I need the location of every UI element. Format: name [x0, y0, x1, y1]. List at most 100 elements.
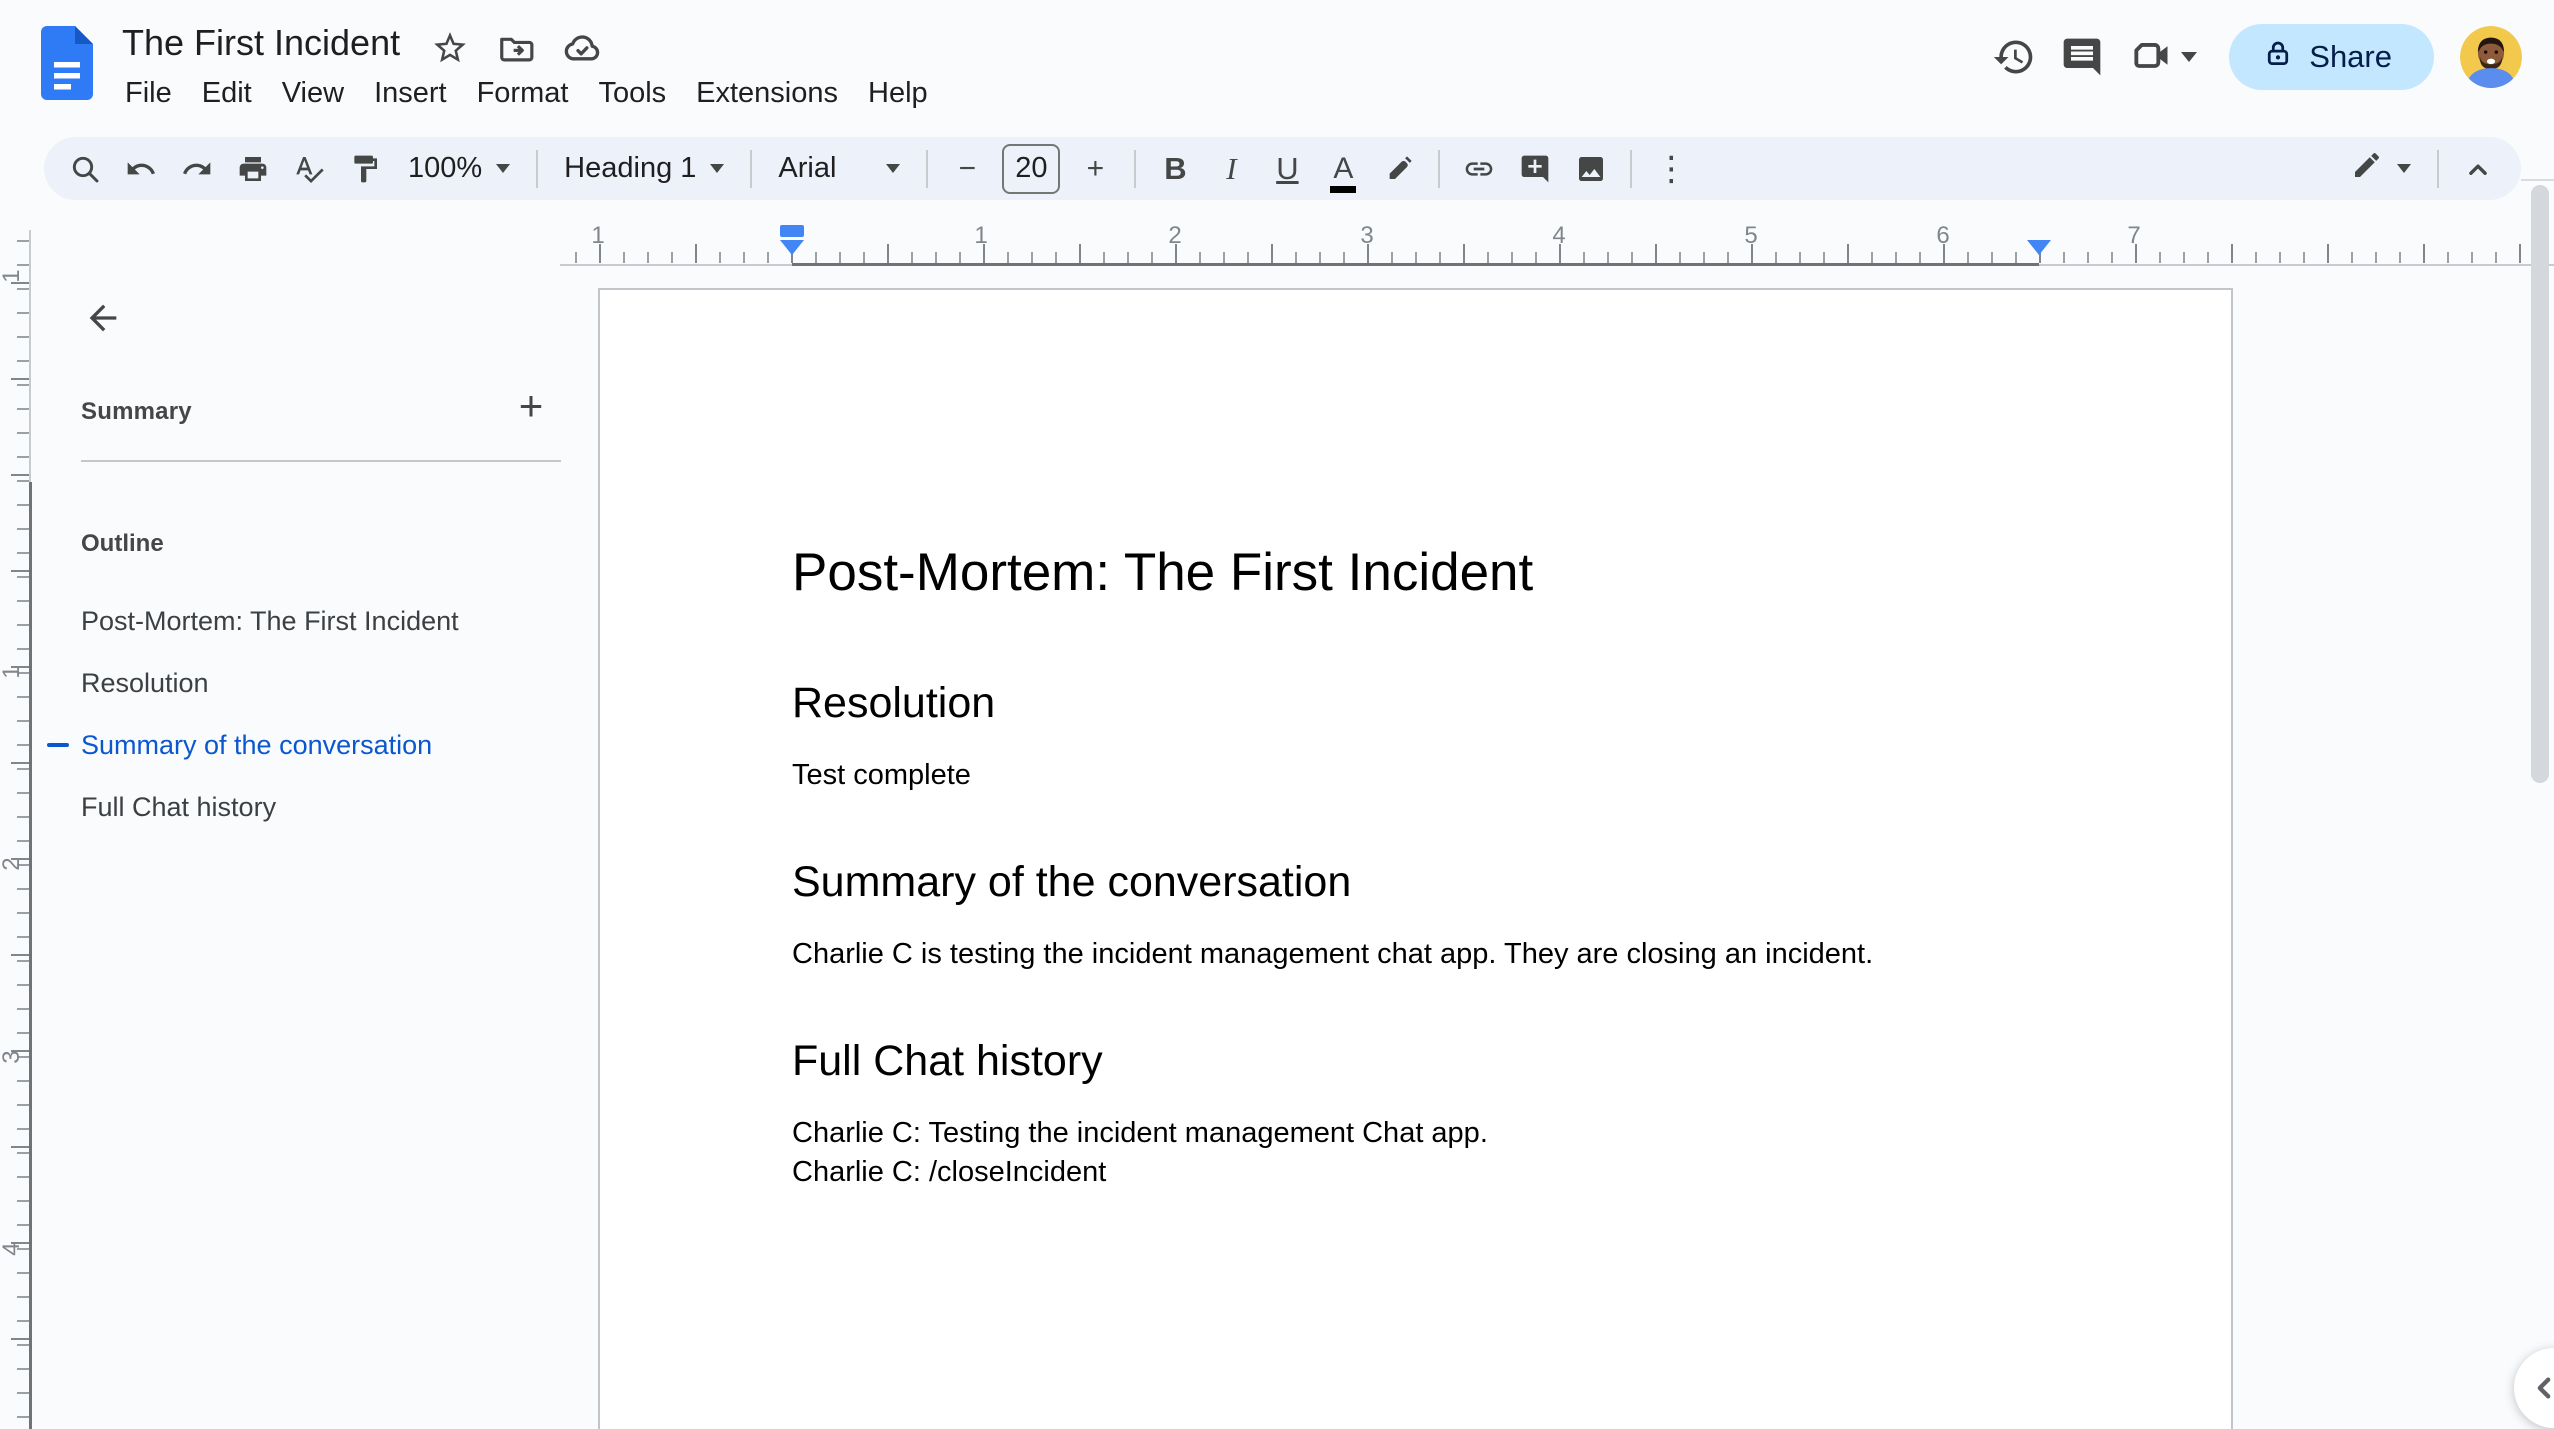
doc-section: Full Chat history Charlie C: Testing the… — [792, 1036, 2041, 1192]
document-content: Post-Mortem: The First Incident Resoluti… — [600, 542, 2231, 1192]
outline-item[interactable]: Resolution — [45, 652, 575, 714]
doc-section: Summary of the conversation Charlie C is… — [792, 857, 2041, 974]
ruler-number: 2 — [1168, 222, 1182, 249]
sidebar-divider — [81, 460, 561, 462]
star-icon[interactable] — [428, 26, 472, 70]
zoom-select[interactable]: 100% — [394, 142, 524, 196]
add-comment-icon[interactable] — [1508, 142, 1562, 196]
toolbar-divider — [1630, 149, 1633, 188]
highlight-color-icon[interactable] — [1372, 142, 1426, 196]
doc-section: Resolution Test complete — [792, 678, 2041, 795]
vertical-scrollbar-thumb[interactable] — [2531, 185, 2549, 783]
print-icon[interactable] — [226, 142, 280, 196]
font-size-input[interactable]: 20 — [1002, 143, 1061, 194]
add-summary-button[interactable]: + — [503, 378, 559, 434]
horizontal-ruler[interactable]: 1 1 2 3 4 5 6 7 — [560, 222, 2554, 266]
ruler-number: 6 — [1936, 222, 1950, 249]
menu-view[interactable]: View — [267, 74, 359, 112]
ruler-number: 1 — [0, 665, 25, 679]
toolbar-divider — [2437, 149, 2439, 188]
insert-image-icon[interactable] — [1564, 142, 1618, 196]
toolbar-divider — [750, 149, 753, 188]
italic-button[interactable]: I — [1204, 142, 1258, 196]
zoom-value: 100% — [408, 152, 483, 184]
ruler-baseline — [29, 230, 31, 482]
toolbar: 100% Heading 1 Arial − 20 + B I U A ⋮ — [44, 137, 2521, 200]
menu-insert[interactable]: Insert — [359, 74, 462, 112]
font-family-select[interactable]: Arial — [764, 142, 914, 196]
document-page[interactable]: Post-Mortem: The First Incident Resoluti… — [598, 288, 2233, 1429]
back-arrow-icon[interactable] — [75, 290, 131, 346]
chevron-down-icon — [2397, 164, 2411, 173]
outline-heading: Outline — [81, 530, 164, 557]
ruler-baseline-active — [792, 263, 2039, 266]
insert-link-icon[interactable] — [1452, 142, 1506, 196]
menu-edit[interactable]: Edit — [187, 74, 267, 112]
ruler-number: 4 — [1552, 222, 1566, 249]
more-options-button[interactable]: ⋮ — [1644, 142, 1698, 196]
video-camera-icon — [2129, 33, 2173, 82]
search-menus-icon[interactable] — [58, 142, 112, 196]
version-history-icon[interactable] — [1985, 28, 2043, 86]
ruler-number: 1 — [591, 222, 605, 249]
doc-heading-2[interactable]: Summary of the conversation — [792, 857, 2041, 907]
pencil-icon — [2351, 149, 2383, 189]
first-line-indent-marker[interactable] — [780, 225, 804, 237]
bold-button[interactable]: B — [1148, 142, 1202, 196]
menu-extensions[interactable]: Extensions — [681, 74, 853, 112]
join-call-button[interactable] — [2121, 33, 2205, 82]
hide-menus-icon[interactable] — [2451, 142, 2505, 196]
style-value: Heading 1 — [564, 152, 697, 184]
cloud-saved-icon[interactable] — [560, 26, 604, 70]
ruler-number: 4 — [0, 1242, 25, 1256]
paint-format-icon[interactable] — [338, 142, 392, 196]
ruler-baseline — [560, 264, 792, 266]
doc-heading-2[interactable]: Resolution — [792, 678, 2041, 728]
left-indent-marker[interactable] — [780, 240, 804, 255]
google-docs-window: The First Incident File Edit View Insert… — [0, 0, 2554, 1429]
toolbar-divider — [926, 149, 929, 188]
outline-item[interactable]: Full Chat history — [45, 776, 575, 838]
document-title[interactable]: The First Incident — [122, 22, 400, 64]
header-divider — [2521, 179, 2554, 181]
move-folder-icon[interactable] — [494, 26, 538, 70]
right-indent-marker[interactable] — [2027, 240, 2051, 255]
share-label: Share — [2309, 39, 2392, 74]
menu-file[interactable]: File — [110, 74, 187, 112]
account-avatar[interactable] — [2460, 26, 2522, 88]
menu-tools[interactable]: Tools — [583, 74, 681, 112]
editing-mode-select[interactable] — [2337, 142, 2425, 196]
share-button[interactable]: Share — [2229, 24, 2434, 90]
vertical-ruler[interactable]: 1 1 2 3 4 — [0, 224, 46, 1429]
text-color-button[interactable]: A — [1316, 142, 1370, 196]
doc-heading-1[interactable]: Post-Mortem: The First Incident — [792, 542, 2041, 604]
increase-font-size-button[interactable]: + — [1068, 142, 1122, 196]
ruler-number: 3 — [0, 1050, 25, 1064]
expand-side-panel-button[interactable] — [2514, 1348, 2554, 1428]
doc-heading-2[interactable]: Full Chat history — [792, 1036, 2041, 1086]
paragraph-style-select[interactable]: Heading 1 — [550, 142, 738, 196]
docs-logo-icon[interactable] — [41, 26, 93, 100]
underline-button[interactable]: U — [1260, 142, 1314, 196]
menu-format[interactable]: Format — [462, 74, 584, 112]
toolbar-divider — [1134, 149, 1137, 188]
outline-item-active[interactable]: Summary of the conversation — [45, 714, 575, 776]
ruler-number: 1 — [974, 222, 988, 249]
spelling-check-icon[interactable] — [282, 142, 336, 196]
outline-list: Post-Mortem: The First Incident Resoluti… — [45, 590, 575, 838]
ruler-number: 2 — [0, 857, 25, 871]
toolbar-divider — [536, 149, 539, 188]
doc-paragraph[interactable]: Charlie C: /closeIncident — [792, 1153, 2041, 1192]
redo-icon[interactable] — [170, 142, 224, 196]
doc-paragraph[interactable]: Charlie C: Testing the incident manageme… — [792, 1114, 2041, 1153]
comments-icon[interactable] — [2053, 28, 2111, 86]
chevron-left-icon — [2537, 1377, 2551, 1399]
menu-bar: File Edit View Insert Format Tools Exten… — [110, 74, 943, 112]
toolbar-divider — [1438, 149, 1441, 188]
doc-paragraph[interactable]: Charlie C is testing the incident manage… — [792, 935, 2041, 974]
menu-help[interactable]: Help — [853, 74, 943, 112]
doc-paragraph[interactable]: Test complete — [792, 756, 2041, 795]
decrease-font-size-button[interactable]: − — [940, 142, 994, 196]
outline-item[interactable]: Post-Mortem: The First Incident — [45, 590, 575, 652]
undo-icon[interactable] — [114, 142, 168, 196]
